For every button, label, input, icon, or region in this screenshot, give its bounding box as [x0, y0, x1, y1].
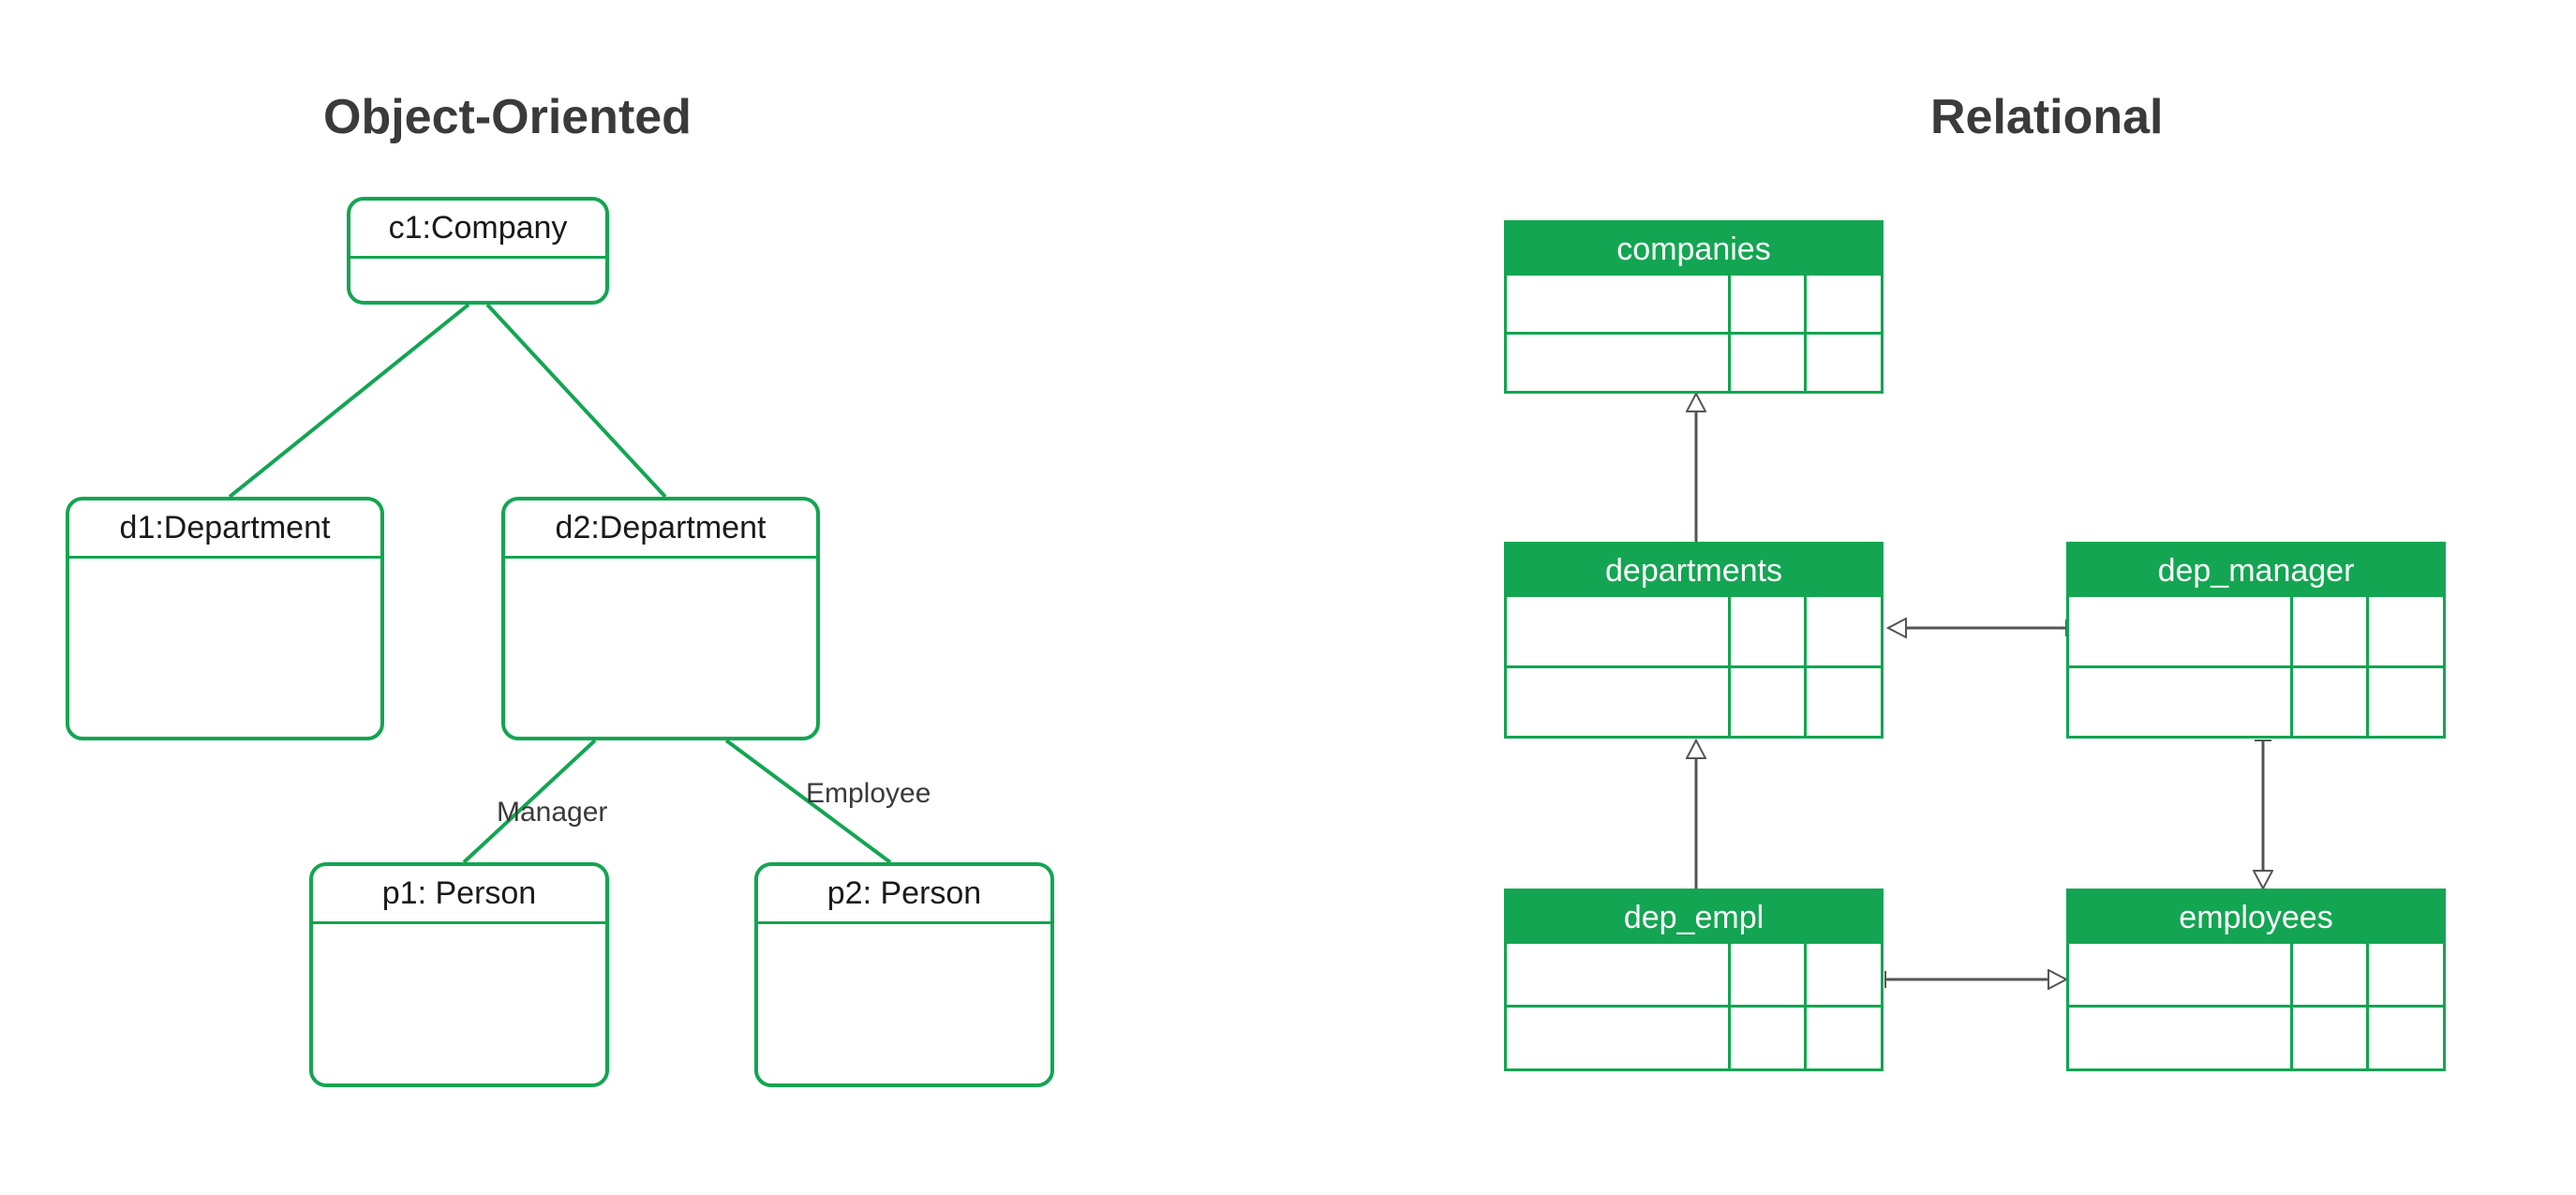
- oo-node-label: c1:Company: [350, 201, 605, 259]
- edge-label-manager: Manager: [497, 797, 607, 829]
- relational-table-dep-manager: dep_manager: [2066, 542, 2446, 739]
- table-header: dep_manager: [2069, 545, 2443, 597]
- oo-node-department-2: d2:Department: [501, 497, 820, 740]
- oo-node-label: p1: Person: [313, 866, 605, 924]
- oo-node-label: p2: Person: [758, 866, 1050, 924]
- oo-title: Object-Oriented: [323, 89, 692, 145]
- oo-node-company: c1:Company: [347, 197, 609, 305]
- table-header: employees: [2069, 891, 2443, 944]
- relational-table-employees: employees: [2066, 889, 2446, 1071]
- relational-title: Relational: [1930, 89, 2164, 145]
- oo-node-person-1: p1: Person: [309, 862, 609, 1087]
- oo-node-label: d1:Department: [69, 500, 380, 559]
- oo-node-label: d2:Department: [505, 500, 816, 559]
- edge-label-employee: Employee: [806, 778, 931, 810]
- oo-node-department-1: d1:Department: [66, 497, 384, 740]
- relational-table-dep-empl: dep_empl: [1504, 889, 1884, 1071]
- relational-table-companies: companies: [1504, 220, 1884, 394]
- oo-node-person-2: p2: Person: [754, 862, 1054, 1087]
- table-header: companies: [1507, 223, 1881, 276]
- relational-table-departments: departments: [1504, 542, 1884, 739]
- table-header: dep_empl: [1507, 891, 1881, 944]
- table-header: departments: [1507, 545, 1881, 597]
